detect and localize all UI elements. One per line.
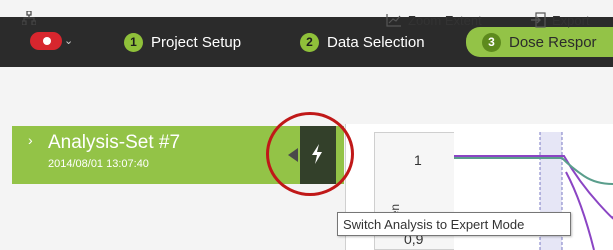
- step-label: Project Setup: [151, 33, 242, 51]
- app-logo-icon: [30, 32, 62, 50]
- y-tick-label: 1: [414, 152, 422, 168]
- step-number: 1: [124, 32, 143, 52]
- step-dose-response[interactable]: 3 Dose Respor: [466, 27, 613, 57]
- analysis-set-date: 2014/08/01 13:07:40: [48, 158, 149, 170]
- zoom-extent-button[interactable]: Zoom Extent: [386, 11, 482, 29]
- step-number: 3: [482, 32, 501, 52]
- step-project-setup[interactable]: 1 Project Setup: [124, 29, 241, 55]
- expert-mode-tooltip: Switch Analysis to Expert Mode: [337, 212, 571, 236]
- export-icon: [531, 12, 546, 28]
- step-label: Data Selection: [327, 33, 425, 51]
- zoom-extent-icon: [386, 14, 401, 27]
- export-button[interactable]: Export: [530, 11, 590, 29]
- zoom-extent-label: Zoom Extent: [408, 12, 482, 28]
- step-number: 2: [300, 32, 319, 52]
- hierarchy-icon[interactable]: [22, 11, 36, 25]
- export-label: Export: [552, 12, 590, 28]
- chevron-down-icon: ⌄: [64, 35, 74, 47]
- analysis-set-item[interactable]: › Analysis-Set #7 2014/08/01 13:07:40: [12, 126, 300, 184]
- analysis-set-title: Analysis-Set #7: [48, 132, 181, 153]
- highlight-circle: [266, 112, 354, 196]
- chevron-right-icon[interactable]: ›: [28, 132, 33, 148]
- step-label: Dose Respor: [509, 33, 597, 51]
- app-menu-button[interactable]: ⌄: [30, 32, 73, 50]
- step-data-selection[interactable]: 2 Data Selection: [300, 29, 425, 55]
